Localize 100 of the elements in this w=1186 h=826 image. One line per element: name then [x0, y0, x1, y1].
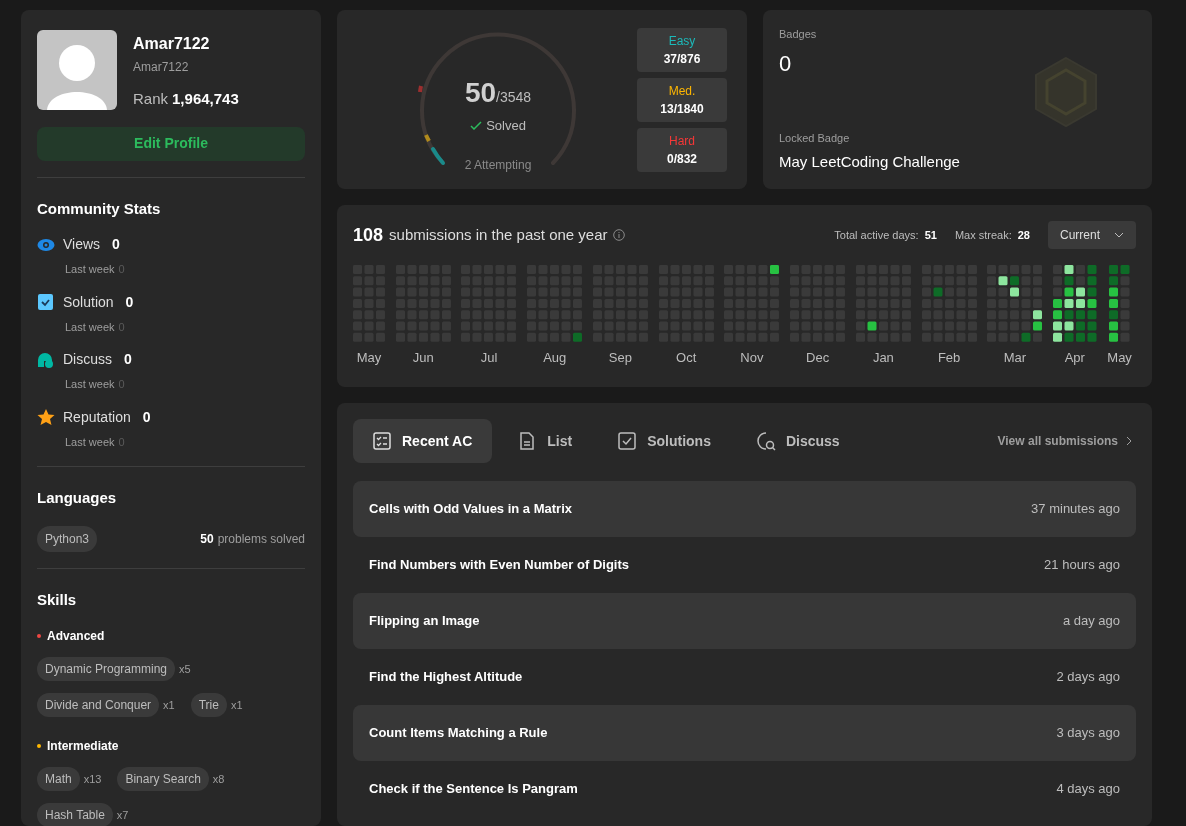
- month-label: Jun: [412, 348, 434, 367]
- submission-row[interactable]: Find Numbers with Even Number of Digits 21 hours ago: [353, 537, 1136, 593]
- month-label: Dec: [806, 348, 830, 367]
- month-label: Apr: [1064, 348, 1085, 367]
- difficulty-count: 37/876: [663, 50, 701, 68]
- solved-label: problems solved: [217, 530, 305, 548]
- display-name: Amar7122: [133, 34, 211, 54]
- submission-row[interactable]: Flipping an Image a day ago: [353, 593, 1136, 649]
- hexagon-badge-icon: [1032, 56, 1100, 128]
- problem-title: Check if the Sentence Is Pangram: [369, 780, 578, 799]
- month-label: Jul: [480, 348, 498, 367]
- month-label: Sep: [608, 348, 632, 367]
- chat-bubbles-icon: [37, 351, 55, 368]
- rank-label: Rank: [133, 89, 169, 109]
- rank-value: 1,964,743: [172, 89, 239, 109]
- submission-row[interactable]: Find the Highest Altitude 2 days ago: [353, 649, 1136, 705]
- max-streak-value: 28: [1017, 227, 1030, 243]
- submissions-caption: submissions in the past one year: [389, 224, 608, 245]
- solved-total: /3548: [496, 88, 532, 107]
- last-week-label: Last week: [65, 319, 115, 335]
- skill-count: x13: [83, 771, 102, 787]
- month-label: Nov: [740, 348, 764, 367]
- year-dropdown[interactable]: Current: [1048, 221, 1136, 249]
- stat-value: 0: [112, 235, 120, 254]
- stat-value: 0: [124, 350, 132, 369]
- month-label: Mar: [1003, 348, 1027, 367]
- last-week-label: Last week: [65, 262, 115, 277]
- month-label: Oct: [676, 348, 697, 367]
- stat-label: Solution: [63, 292, 114, 312]
- skill-tag[interactable]: Divide and Conquer: [37, 693, 160, 717]
- edit-profile-button[interactable]: Edit Profile: [37, 126, 305, 161]
- username: Amar7122: [133, 59, 190, 76]
- skill-count: x8: [212, 771, 225, 787]
- active-days-label: Total active days:: [834, 227, 919, 243]
- month-label: May: [356, 348, 382, 367]
- view-all-link[interactable]: View all submissions: [997, 432, 1136, 450]
- max-streak-label: Max streak:: [954, 227, 1012, 243]
- tab[interactable]: Discuss: [736, 419, 860, 463]
- month-label: May: [1107, 348, 1132, 367]
- eye-icon: [37, 236, 55, 253]
- skill-tag[interactable]: Dynamic Programming: [37, 657, 176, 681]
- stat-label: Reputation: [63, 407, 131, 427]
- checklist-icon: [373, 431, 392, 451]
- stat-label: Discuss: [63, 350, 112, 369]
- language-tag: Python3: [37, 525, 98, 552]
- problem-title: Cells with Odd Values in a Matrix: [369, 500, 572, 519]
- stat-label: Views: [63, 235, 101, 254]
- submission-time: 3 days ago: [1056, 724, 1120, 743]
- locked-badge-name: May LeetCoding Challenge: [779, 151, 961, 172]
- submission-time: 2 days ago: [1056, 668, 1120, 687]
- tab[interactable]: Recent AC: [353, 419, 493, 463]
- problem-title: Find the Highest Altitude: [369, 668, 523, 687]
- tab[interactable]: List: [498, 419, 593, 463]
- stat-value: 0: [125, 292, 134, 312]
- last-week-label: Last week: [65, 434, 115, 450]
- stat-value: 0: [142, 407, 151, 427]
- active-days-value: 51: [924, 227, 937, 243]
- skill-tag[interactable]: Binary Search: [117, 767, 209, 791]
- problem-title: Count Items Matching a Rule: [369, 724, 548, 743]
- skill-level: Advanced: [47, 628, 105, 645]
- submission-row[interactable]: Cells with Odd Values in a Matrix 37 minutes ago: [353, 481, 1136, 537]
- skill-tag[interactable]: Trie: [190, 693, 227, 717]
- submission-row[interactable]: Check if the Sentence Is Pangram 4 days ago: [353, 761, 1136, 817]
- locked-badge-label: Locked Badge: [779, 131, 851, 146]
- problem-title: Flipping an Image: [369, 612, 480, 631]
- check-icon: [470, 120, 483, 131]
- skill-count: x1: [230, 697, 243, 713]
- skill-tag[interactable]: Hash Table: [37, 803, 113, 826]
- info-icon: [612, 229, 625, 241]
- tab[interactable]: Solutions: [598, 419, 731, 463]
- submission-row[interactable]: Count Items Matching a Rule 3 days ago: [353, 705, 1136, 761]
- section-title: Community Stats: [37, 198, 162, 219]
- difficulty-count: 0/832: [667, 150, 697, 168]
- skill-count: x5: [179, 661, 191, 677]
- month-label: Aug: [543, 348, 567, 367]
- solved-count: 50: [464, 75, 497, 110]
- solved-count: 50: [200, 530, 214, 548]
- section-title: Skills: [37, 589, 78, 610]
- skill-count: x1: [163, 697, 175, 713]
- attempting-label: 2 Attempting: [463, 156, 533, 174]
- difficulty-name: Easy: [668, 32, 696, 50]
- skill-count: x7: [116, 807, 129, 823]
- difficulty-name: Med.: [668, 82, 696, 100]
- skill-level: Intermediate: [47, 738, 119, 755]
- month-label: Jan: [872, 348, 894, 367]
- check-square-icon: [37, 294, 55, 310]
- chevron-right-icon: [1126, 436, 1132, 446]
- badges-count: 0: [779, 49, 793, 78]
- section-title: Languages: [37, 488, 118, 508]
- month-label: Feb: [937, 348, 961, 367]
- check-square-icon: [618, 431, 638, 451]
- difficulty-count: 13/1840: [660, 100, 704, 118]
- solved-label: Solved: [486, 116, 526, 135]
- submission-time: 37 minutes ago: [1031, 500, 1120, 519]
- skill-tag[interactable]: Math: [37, 767, 80, 791]
- badges-label: Badges: [779, 27, 818, 42]
- submission-time: 21 hours ago: [1044, 556, 1120, 575]
- chat-search-icon: [756, 431, 776, 451]
- submission-time: a day ago: [1062, 612, 1120, 631]
- difficulty-name: Hard: [669, 132, 695, 150]
